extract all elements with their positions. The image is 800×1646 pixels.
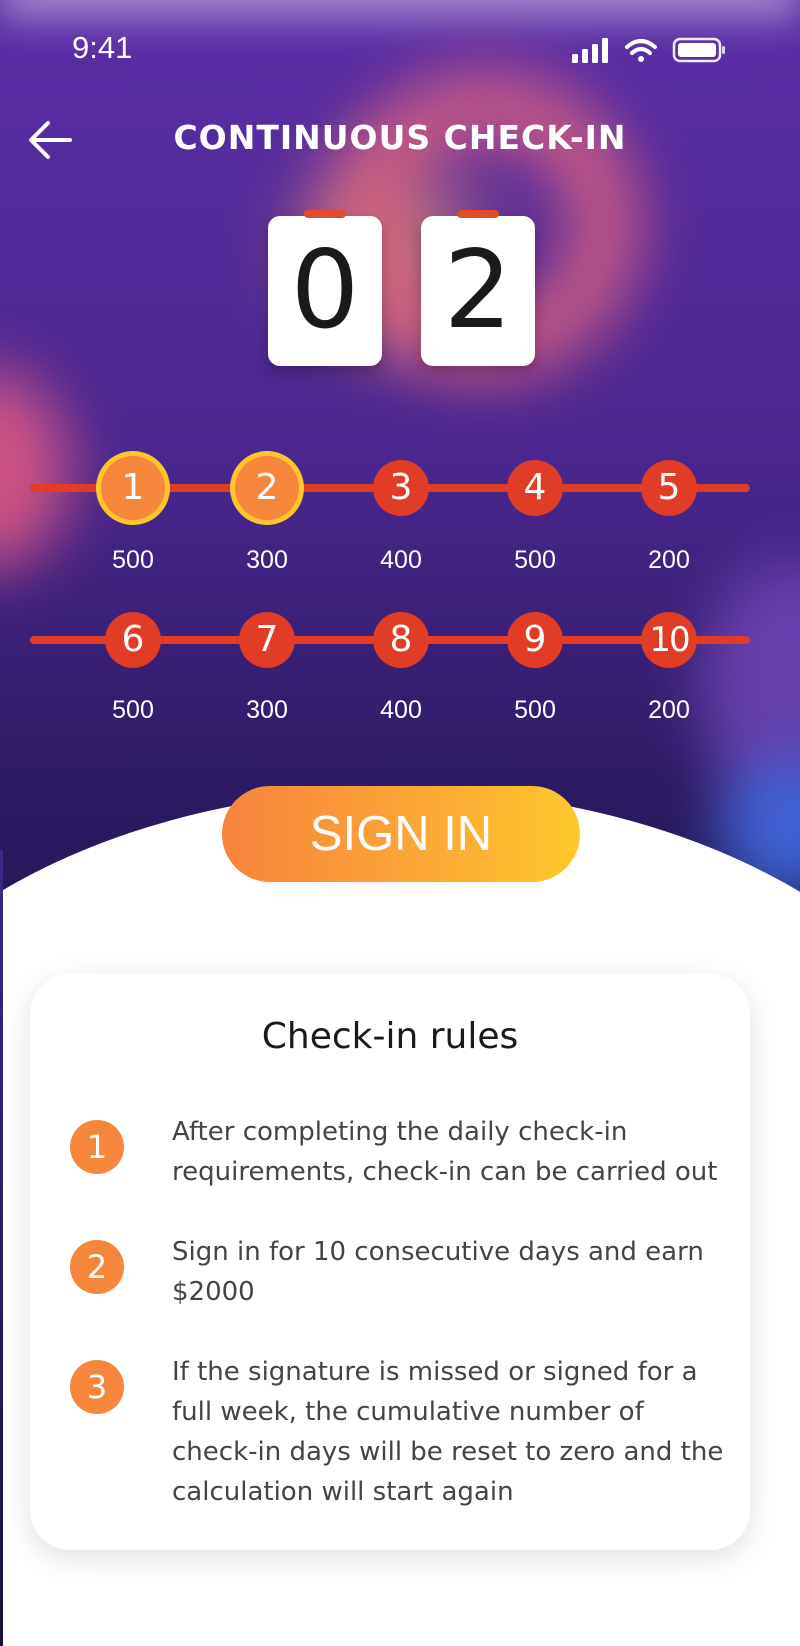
day-node-2[interactable]: 2 [235, 456, 299, 520]
day-reward-10: 200 [648, 696, 690, 724]
status-time: 9:41 [72, 30, 133, 65]
day-reward-2: 300 [246, 546, 288, 574]
status-bar: 9:41 [0, 0, 800, 100]
rule-number-badge: 3 [70, 1360, 124, 1414]
check-in-day-counter: 0 2 [268, 210, 538, 370]
cellular-signal-icon [572, 38, 608, 63]
rule-text: If the signature is missed or signed for… [172, 1357, 724, 1507]
day-reward-3: 400 [380, 546, 422, 574]
day-reward-7: 300 [246, 696, 288, 724]
sign-in-button[interactable]: SIGN IN [222, 786, 580, 882]
rule-text: After completing the daily check-in requ… [172, 1117, 718, 1187]
day-node-3[interactable]: 3 [373, 460, 429, 516]
day-node-8[interactable]: 8 [373, 612, 429, 668]
day-reward-8: 400 [380, 696, 422, 724]
status-icons [572, 37, 725, 63]
day-node-4[interactable]: 4 [507, 460, 563, 516]
day-reward-5: 200 [648, 546, 690, 574]
rule-number-badge: 1 [70, 1120, 124, 1174]
battery-icon [672, 37, 725, 63]
rule-text: Sign in for 10 consecutive days and earn… [172, 1237, 704, 1307]
rule-number-badge: 2 [70, 1240, 124, 1294]
day-reward-9: 500 [514, 696, 556, 724]
counter-digit-tens: 0 [268, 210, 382, 366]
counter-digit-ones: 2 [421, 210, 535, 366]
day-node-9[interactable]: 9 [507, 612, 563, 668]
day-node-10[interactable]: 10 [641, 612, 697, 668]
page-title: CONTINUOUS CHECK-IN [173, 118, 627, 157]
day-reward-6: 500 [112, 696, 154, 724]
day-reward-1: 500 [112, 546, 154, 574]
day-node-6[interactable]: 6 [105, 612, 161, 668]
check-in-rules-card: Check-in rules 1 After completing the da… [30, 974, 750, 1550]
day-node-1[interactable]: 1 [101, 456, 165, 520]
wifi-icon [625, 39, 657, 62]
day-reward-4: 500 [514, 546, 556, 574]
day-node-5[interactable]: 5 [641, 460, 697, 516]
check-in-screen: 9:41 CONTINUOUS CHECK-IN 0 2 1 500 2 300… [0, 0, 800, 1646]
day-node-7[interactable]: 7 [239, 612, 295, 668]
nav-bar: CONTINUOUS CHECK-IN [0, 100, 800, 180]
rules-title: Check-in rules [261, 1016, 519, 1057]
